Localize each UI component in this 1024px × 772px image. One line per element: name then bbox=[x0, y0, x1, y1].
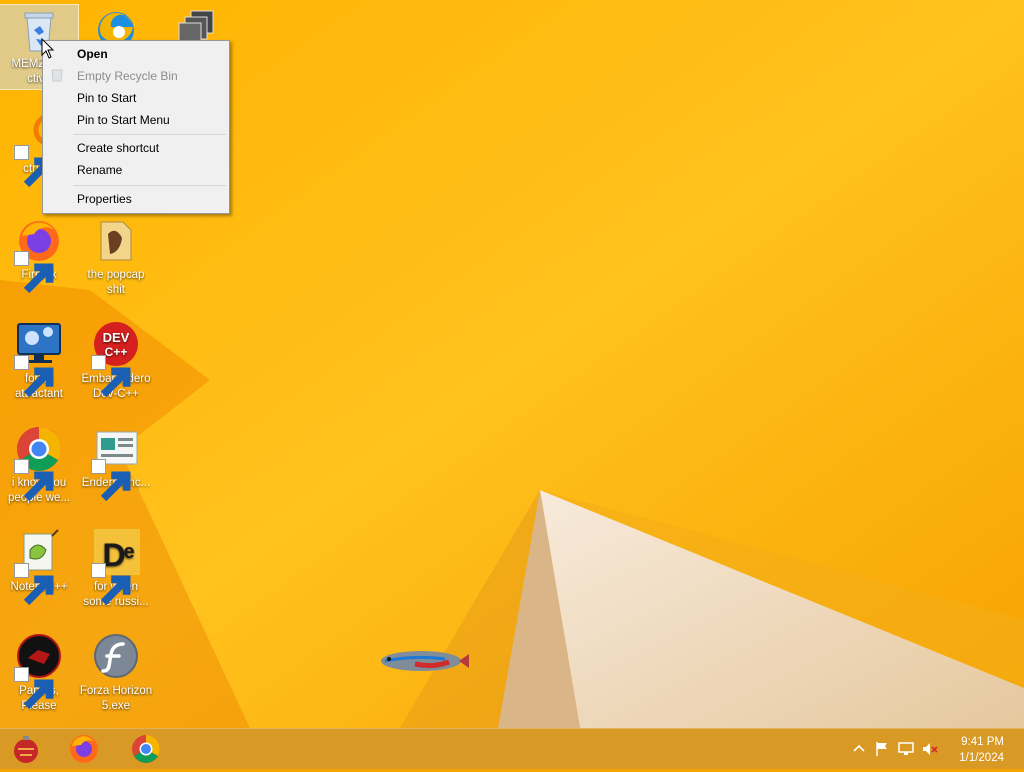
firefox-taskbar-icon bbox=[70, 735, 98, 763]
taskbar-app-firefox[interactable] bbox=[66, 731, 102, 767]
svg-text:DEV: DEV bbox=[103, 330, 130, 345]
fish-desktop-pet[interactable] bbox=[375, 642, 471, 680]
volume-muted-icon[interactable] bbox=[921, 740, 939, 758]
notepadpp-icon bbox=[14, 528, 64, 606]
shortcut-arrow-icon bbox=[14, 459, 54, 502]
clock-time: 9:41 PM bbox=[961, 736, 1004, 748]
desktop-icon-devcpp[interactable]: DEV C++ Embarcadero Dev-C++ bbox=[77, 320, 155, 402]
taskbar-app-ornament[interactable] bbox=[8, 731, 44, 767]
show-hidden-icons-chevron[interactable] bbox=[850, 740, 868, 758]
taskbar: 9:41 PM 1/1/2024 bbox=[0, 728, 1024, 769]
shortcut-arrow-icon bbox=[14, 667, 54, 710]
desktop-icon-firefox[interactable]: Firefox bbox=[0, 216, 78, 294]
menu-separator bbox=[73, 185, 226, 186]
shortcut-arrow-icon bbox=[91, 563, 131, 606]
network-icon[interactable] bbox=[897, 740, 915, 758]
popcap-folder-icon bbox=[91, 216, 141, 266]
shortcut-arrow-icon bbox=[14, 145, 54, 188]
endermanch-icon bbox=[91, 424, 141, 502]
shortcut-arrow-icon bbox=[91, 355, 131, 398]
papers-please-icon bbox=[14, 632, 64, 710]
context-menu: Open Empty Recycle Bin Pin to Start Pin … bbox=[42, 40, 230, 214]
shortcut-arrow-icon bbox=[14, 355, 54, 398]
taskbar-clock[interactable]: 9:41 PM 1/1/2024 bbox=[959, 734, 1004, 766]
desktop-icon-label: the popcap shit bbox=[87, 269, 145, 296]
desktop-icon-chrome-shortcut[interactable]: i know you people we... bbox=[0, 424, 78, 506]
embarcadero-devcpp-icon: DEV C++ bbox=[91, 320, 141, 398]
desktop-icon-label: Forza Horizon 5.exe bbox=[79, 685, 153, 712]
svg-text:e: e bbox=[123, 541, 134, 563]
taskbar-app-chrome[interactable] bbox=[128, 731, 164, 767]
menu-item-pin-to-start[interactable]: Pin to Start bbox=[77, 88, 225, 108]
desktop-icon-forza-horizon[interactable]: Forza Horizon 5.exe bbox=[77, 632, 155, 714]
mouse-pointer-icon bbox=[41, 38, 55, 59]
chrome-shortcut-icon bbox=[14, 424, 64, 502]
de-app-icon: De bbox=[91, 528, 141, 606]
menu-item-rename[interactable]: Rename bbox=[77, 160, 225, 180]
firefox-icon bbox=[14, 216, 64, 294]
menu-separator bbox=[73, 134, 226, 135]
menu-item-create-shortcut[interactable]: Create shortcut bbox=[77, 138, 225, 158]
flash-forza-icon bbox=[91, 632, 141, 682]
menu-item-empty-recycle-bin: Empty Recycle Bin bbox=[77, 69, 178, 83]
action-center-flag-icon[interactable] bbox=[873, 740, 891, 758]
shortcut-arrow-icon bbox=[14, 251, 54, 294]
chrome-taskbar-icon bbox=[132, 735, 160, 763]
shortcut-arrow-icon bbox=[14, 563, 54, 606]
clock-date: 1/1/2024 bbox=[959, 752, 1004, 764]
menu-item-properties[interactable]: Properties bbox=[77, 189, 225, 209]
ornament-app-icon bbox=[14, 736, 38, 763]
desktop-icon-forkie[interactable]: forkie attractant bbox=[0, 320, 78, 402]
forkie-attractant-icon bbox=[14, 320, 64, 398]
shortcut-arrow-icon bbox=[91, 459, 131, 502]
desktop-icon-popcap[interactable]: the popcap shit bbox=[77, 216, 155, 298]
menu-item-open[interactable]: Open bbox=[77, 44, 225, 64]
recycle-bin-small-icon bbox=[51, 69, 63, 82]
desktop-icon-notepadpp[interactable]: Notepad++ bbox=[0, 528, 78, 606]
desktop-icon-endermanch[interactable]: Endermanc... bbox=[77, 424, 155, 502]
desktop-icon-de-app[interactable]: De for when some russi... bbox=[77, 528, 155, 610]
menu-item-pin-to-start-menu[interactable]: Pin to Start Menu bbox=[77, 110, 225, 130]
desktop-icon-papers-please[interactable]: Papers, Please bbox=[0, 632, 78, 714]
